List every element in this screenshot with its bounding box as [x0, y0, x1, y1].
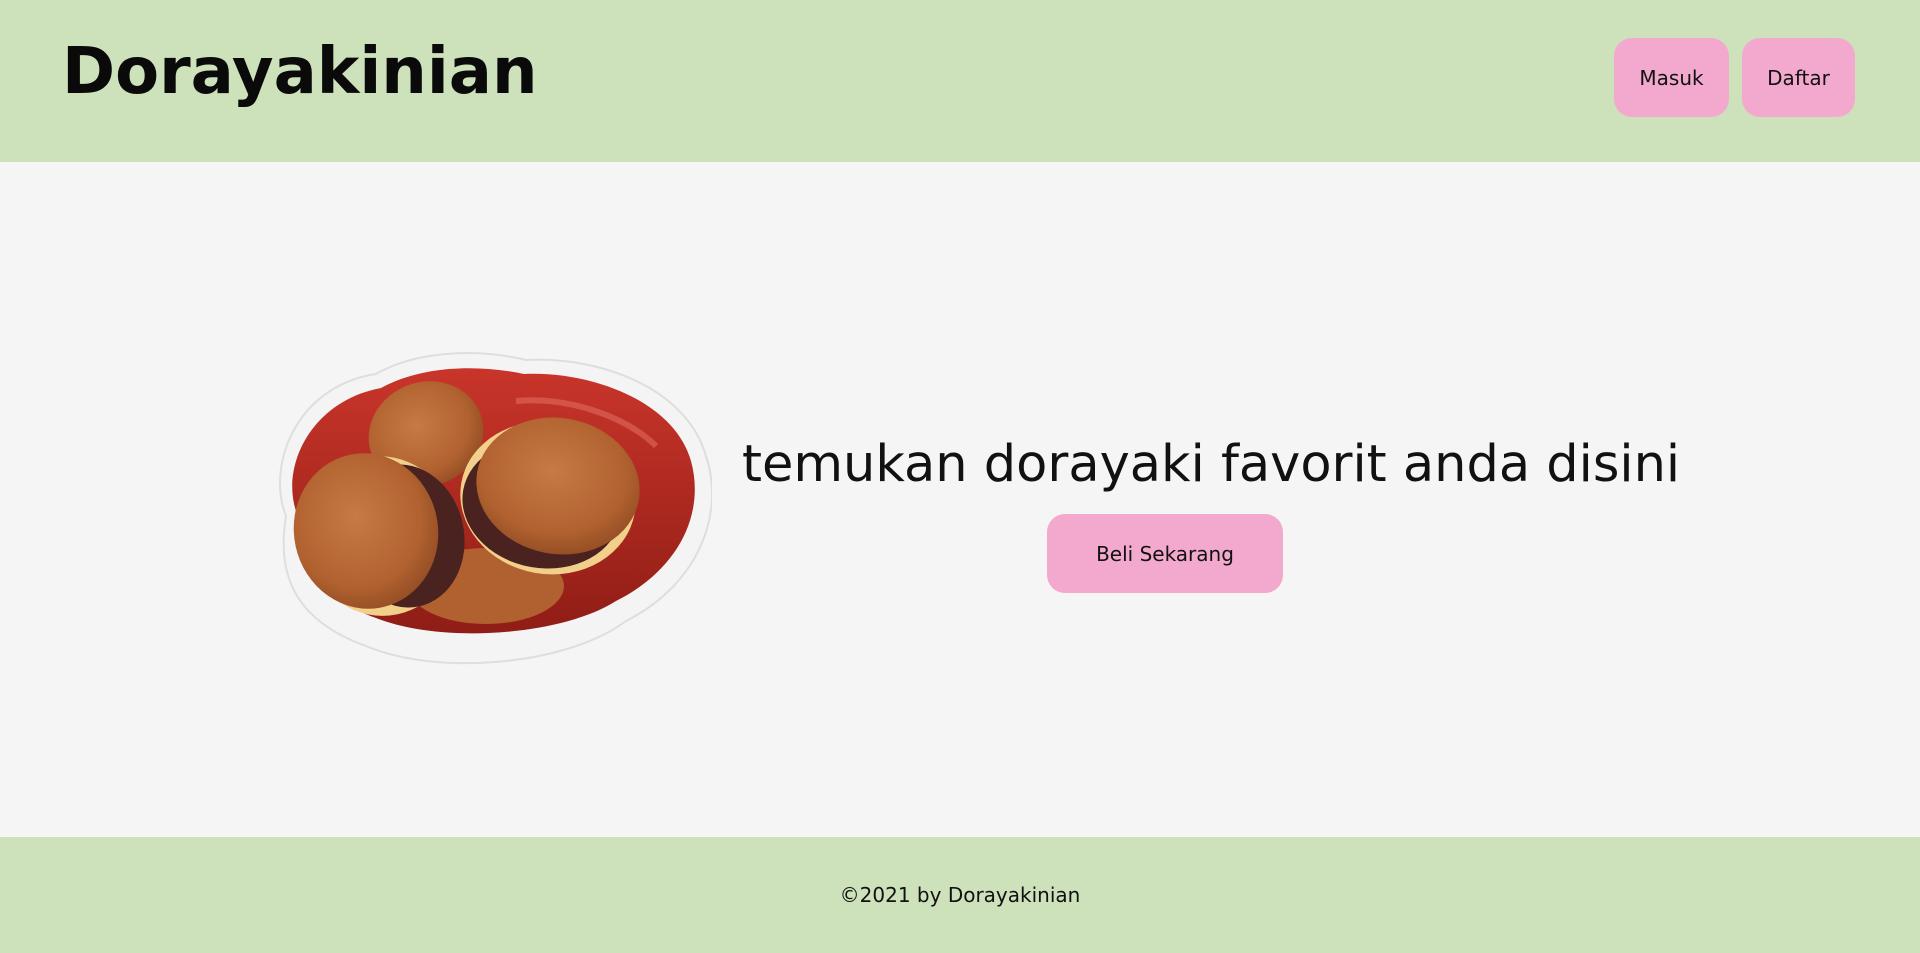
buy-now-button[interactable]: Beli Sekarang — [1047, 514, 1283, 593]
hero-tagline: temukan dorayaki favorit anda disini — [742, 435, 1681, 494]
brand-logo[interactable]: Dorayakinian — [62, 30, 538, 114]
register-button[interactable]: Daftar — [1742, 38, 1855, 117]
login-button[interactable]: Masuk — [1614, 38, 1729, 117]
site-footer: ©2021 by Dorayakinian — [0, 837, 1920, 953]
site-header: Dorayakinian Masuk Daftar — [0, 0, 1920, 162]
dorayaki-bowl-image — [279, 352, 712, 665]
hero-section: temukan dorayaki favorit anda disini Bel… — [0, 162, 1920, 837]
copyright-text: ©2021 by Dorayakinian — [839, 883, 1081, 907]
